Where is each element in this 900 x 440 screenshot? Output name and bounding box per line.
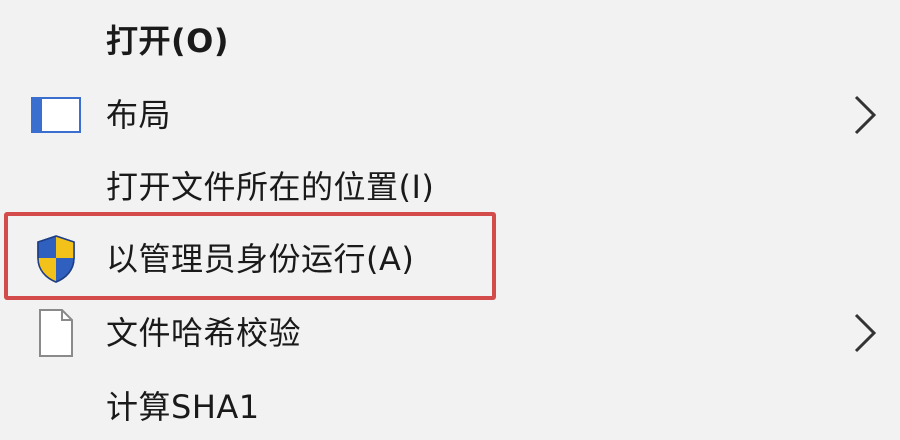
menu-item-file-hash-label: 文件哈希校验 (106, 314, 302, 352)
highlight-annotation-box (4, 212, 496, 300)
menu-item-compute-sha1-label: 计算SHA1 (106, 388, 260, 426)
menu-item-open-label: 打开(O) (106, 22, 229, 60)
chevron-right-icon (846, 91, 882, 139)
context-menu: 打开(O) 布局 打开文件所在的位置(I) 以管理员身份运行(A) 文件哈希校验… (0, 0, 900, 440)
menu-item-layout[interactable]: 布局 (0, 78, 900, 152)
menu-item-compute-sha1[interactable]: 计算SHA1 (0, 370, 900, 440)
menu-item-layout-label: 布局 (106, 96, 172, 134)
chevron-right-icon (846, 309, 882, 357)
layout-window-icon (30, 89, 82, 141)
menu-item-open[interactable]: 打开(O) (0, 4, 900, 78)
file-icon (30, 307, 82, 359)
menu-item-file-hash[interactable]: 文件哈希校验 (0, 296, 900, 370)
menu-item-open-file-location-label: 打开文件所在的位置(I) (106, 168, 435, 206)
